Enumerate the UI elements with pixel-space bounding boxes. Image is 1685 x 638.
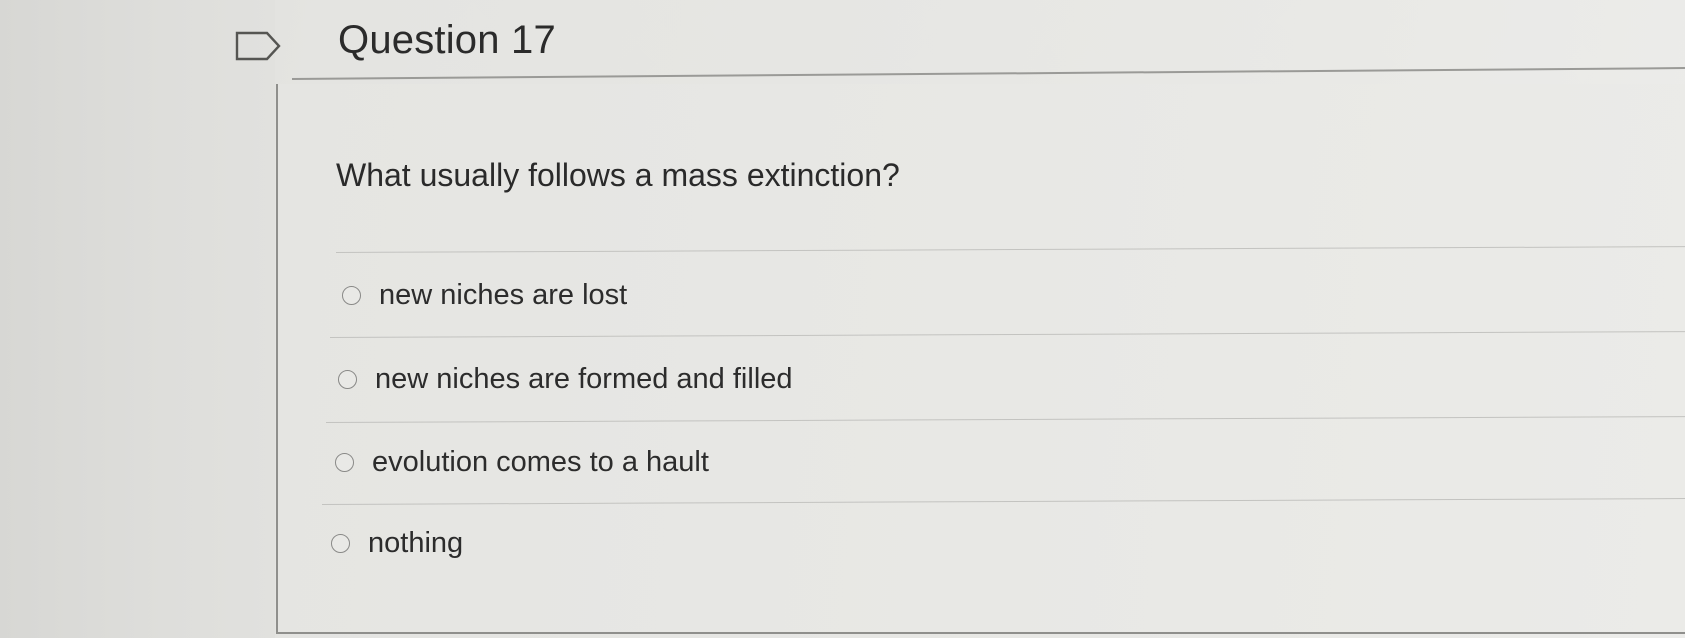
question-title: Question 17 [338, 18, 556, 62]
page-margin [0, 0, 275, 638]
answer-option-label: evolution comes to a hault [372, 446, 709, 478]
answer-option[interactable]: nothing [331, 527, 463, 560]
answer-option[interactable]: new niches are lost [342, 279, 627, 312]
radio-button-icon[interactable] [331, 534, 350, 553]
answer-option-label: nothing [368, 527, 464, 559]
answer-option-label: new niches are lost [379, 279, 628, 311]
radio-button-icon[interactable] [338, 370, 357, 389]
header-divider [291, 67, 1685, 80]
question-prompt: What usually follows a mass extinction? [336, 157, 900, 193]
answer-option[interactable]: new niches are formed and filled [338, 363, 793, 396]
radio-button-icon[interactable] [342, 286, 361, 305]
radio-button-icon[interactable] [335, 453, 354, 472]
answer-option-label: new niches are formed and filled [375, 363, 793, 395]
flag-question-icon[interactable] [234, 30, 282, 62]
answer-option[interactable]: evolution comes to a hault [335, 446, 709, 479]
